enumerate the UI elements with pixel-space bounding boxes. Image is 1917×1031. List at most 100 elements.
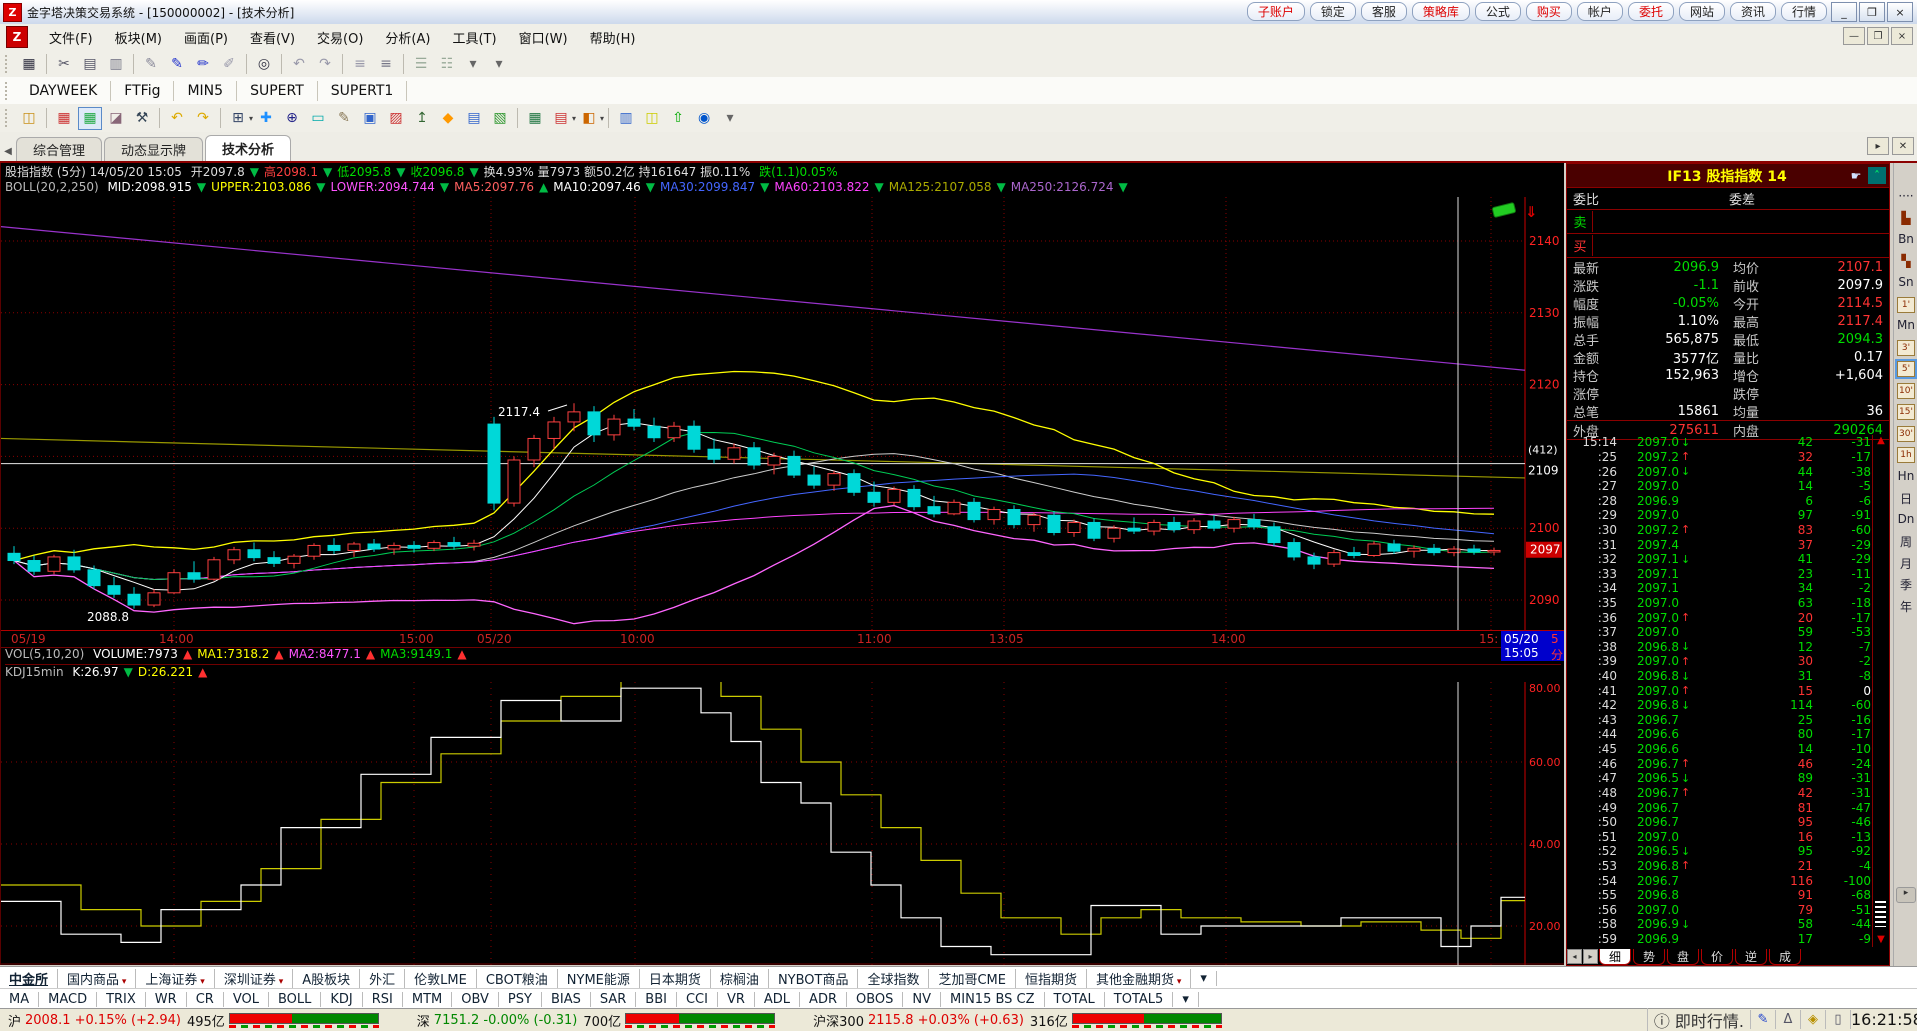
period-1min[interactable]: 1' [1897,297,1915,313]
copy-icon[interactable]: ▤ [78,52,102,75]
redo-icon[interactable]: ↷ [313,52,337,75]
indicator-tab-nv[interactable]: NV [903,992,941,1007]
ruler-icon[interactable]: ▭ [306,107,330,130]
indicator-tab-bbi[interactable]: BBI [636,992,677,1007]
globe-icon[interactable]: ◉ [692,107,716,130]
titlebar-button-website[interactable]: 网站 [1679,2,1725,21]
indicator-tab-wr[interactable]: WR [146,992,187,1007]
zoom-in-icon[interactable]: ⊕ [280,107,304,130]
period-30min[interactable]: 30' [1897,426,1915,442]
indicator-tab-psy[interactable]: PSY [499,992,542,1007]
panel-tab-scroll-left[interactable]: ◂ [1567,949,1582,964]
indicator-tab-total5[interactable]: TOTAL5 [1105,992,1174,1007]
menu-item-6[interactable]: 工具(T) [441,25,507,50]
indicator-tab-ma[interactable]: MA [0,992,39,1007]
color-picker-icon-dropdown[interactable]: ▾ [600,114,604,123]
resize-icon-dropdown[interactable]: ▾ [249,114,253,123]
market-tab-国内商品[interactable]: 国内商品 ▾ [58,969,136,988]
tab-dynamic-board[interactable]: 动态显示牌 [104,137,203,161]
tick-row[interactable]: :582096.9↓58-44 [1567,917,1871,932]
arrow-up-green-icon[interactable]: ⇧ [666,107,690,130]
panel-tab-盘[interactable]: 盘 [1667,949,1699,965]
tick-row[interactable]: :552096.891-68 [1567,888,1871,903]
pen-blue-icon[interactable]: ✎ [165,52,189,75]
tick-row[interactable]: :532096.8↑21-4 [1567,859,1871,874]
hammer-icon[interactable]: ⚒ [130,107,154,130]
hand-cursor-icon[interactable]: ☛ [1847,167,1865,184]
indicator-tab-min15-bs-cz[interactable]: MIN15 BS CZ [941,992,1045,1007]
indicator-tab-obos[interactable]: OBOS [847,992,903,1007]
tick-row[interactable]: :432096.725-16 [1567,713,1871,728]
period-10min[interactable]: 10' [1897,383,1915,399]
color-picker-icon[interactable]: ◧ [577,107,601,130]
tick-row[interactable]: :332097.123-11 [1567,566,1871,581]
kline-chart-icon[interactable]: ▙ [1894,211,1917,225]
folder-yellow-icon[interactable]: ◫ [640,107,664,130]
outdent-icon[interactable]: ≡ [374,52,398,75]
menu-item-4[interactable]: 交易(O) [306,25,374,50]
scroll-up-icon[interactable]: ▲ [1873,435,1889,446]
toolbar-overflow-icon[interactable]: ▾ [487,52,511,75]
tick-row[interactable]: :482096.7↑42-31 [1567,786,1871,801]
strategy-button-supert[interactable]: SUPERT [237,81,318,101]
chart-red-icon[interactable]: ▨ [384,107,408,130]
tick-row[interactable]: :372097.059-53 [1567,625,1871,640]
panel-tab-成[interactable]: 成 [1769,949,1801,965]
find-icon[interactable]: ◎ [252,52,276,75]
period-mn[interactable]: Mn [1894,318,1917,332]
screen-green-icon[interactable]: ▦ [78,107,102,130]
titlebar-button-purchase[interactable]: 购买 [1526,2,1572,21]
tick-row[interactable]: :452096.614-10 [1567,742,1871,757]
quote-panel-header[interactable]: IF13 股指指数 14 ☛ˆ [1567,164,1889,188]
titlebar-button-account[interactable]: 帐户 [1577,2,1623,21]
cut-icon[interactable]: ✂ [52,52,76,75]
period-bn[interactable]: Bn [1894,232,1917,246]
tab-close-button[interactable]: ✕ [1892,137,1914,155]
collapse-icon[interactable]: ˆ [1868,167,1886,184]
market-tab-CBOT粮油[interactable]: CBOT粮油 [477,969,558,988]
titlebar-button-sub-account[interactable]: 子账户 [1247,2,1305,21]
tick-row[interactable]: :512097.016-13 [1567,829,1871,844]
f10-icon[interactable]: ▤ [462,107,486,130]
titlebar-button-formula[interactable]: 公式 [1475,2,1521,21]
screen-book-icon[interactable]: ◪ [104,107,128,130]
tick-row[interactable]: :262097.0↓44-38 [1567,464,1871,479]
tick-trade-list[interactable]: 15:142097.0↓42-31:252097.2↑32-17:262097.… [1567,435,1871,947]
undo-icon[interactable]: ↶ [287,52,311,75]
market-tab-A股板块[interactable]: A股板块 [293,969,360,988]
window-minimize-button[interactable]: _ [1831,2,1857,22]
undo2-icon[interactable]: ↶ [165,107,189,130]
menu-item-0[interactable]: 文件(F) [38,25,104,50]
mdi-restore-button[interactable]: ❐ [1867,27,1889,45]
titlebar-button-quotes[interactable]: 行情 [1781,2,1827,21]
save-icon[interactable]: ▦ [17,52,41,75]
tick-row[interactable]: :252097.2↑32-17 [1567,450,1871,465]
market-tab-其他金融期货[interactable]: 其他金融期货 ▾ [1087,969,1191,988]
indicator-tab-rsi[interactable]: RSI [363,992,403,1007]
period-month[interactable]: 月 [1894,555,1917,572]
tick-row[interactable]: :362097.0↑20-17 [1567,610,1871,625]
edit-page-icon[interactable]: ✎ [332,107,356,130]
market-tab-芝加哥CME[interactable]: 芝加哥CME [929,969,1016,988]
period-1hour[interactable]: 1h [1897,447,1915,463]
open-icon[interactable]: ◫ [17,107,41,130]
tick-row[interactable]: :352097.063-18 [1567,596,1871,611]
indicator-tab-boll[interactable]: BOLL [269,992,321,1007]
tick-row[interactable]: :302097.2↑83-60 [1567,523,1871,538]
toolbar-overflow-icon[interactable]: ▾ [718,107,742,130]
redo2-icon[interactable]: ↷ [191,107,215,130]
realtime-quote-label[interactable]: ⓘ 即时行情. [1647,1008,1750,1031]
move-icon[interactable]: ✚ [254,107,278,130]
candlestick-chart[interactable]: 21402130212021002090(412)210920972117.42… [1,197,1564,630]
diamond-icon[interactable]: ◈ [1800,1010,1825,1029]
titlebar-button-order[interactable]: 委托 [1628,2,1674,21]
tick-row[interactable]: :462096.7↑46-24 [1567,756,1871,771]
period-3min[interactable]: 3' [1897,340,1915,356]
market-tab-NYBOT商品[interactable]: NYBOT商品 [769,969,859,988]
tick-row[interactable]: :442096.680-17 [1567,727,1871,742]
titlebar-button-customer-service[interactable]: 客服 [1361,2,1407,21]
list-red-icon[interactable]: ▤ [549,107,573,130]
period-quarter[interactable]: 季 [1894,576,1917,593]
list-icon[interactable]: ☰ [409,52,433,75]
market-tab-全球指数[interactable]: 全球指数 [858,969,929,988]
